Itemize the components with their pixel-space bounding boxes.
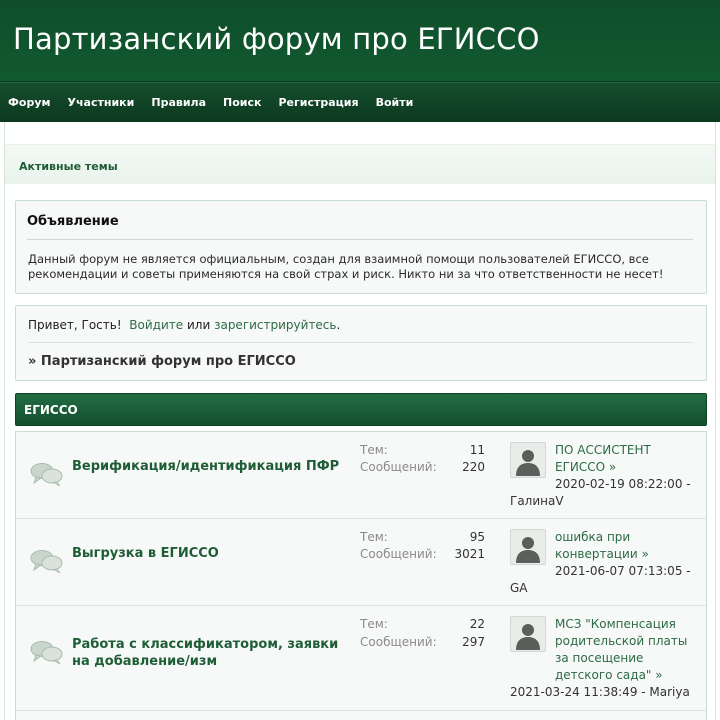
- last-post-user: ГалинаV: [510, 494, 564, 508]
- goto-arrow[interactable]: »: [609, 460, 616, 474]
- topics-label: Тем:: [360, 530, 388, 544]
- or-text: или: [186, 318, 211, 332]
- top-links-bar: Активные темы: [5, 144, 715, 184]
- last-post-date: 2021-03-24 11:38:49 - Mariya: [510, 685, 690, 699]
- posts-label: Сообщений:: [360, 635, 437, 649]
- greeting-text: Привет, Гость!: [28, 318, 122, 332]
- announcement-box: Объявление Данный форум не является офиц…: [15, 200, 707, 294]
- last-post-user: GA: [510, 581, 528, 595]
- forum-row: Работа с классификатором, заявки на доба…: [16, 606, 706, 711]
- forum-row: Выгрузка в ЕГИССО Тем: 95 Сообщений: 302…: [16, 519, 706, 606]
- speech-bubbles-icon: [30, 639, 64, 665]
- last-post: ПО АССИСТЕНТ ЕГИССО » 2020-02-19 08:22:0…: [510, 442, 700, 510]
- last-post-topic[interactable]: ПО АССИСТЕНТ ЕГИССО: [555, 443, 651, 474]
- nav-members[interactable]: Участники: [68, 96, 135, 109]
- speech-bubbles-icon: [30, 461, 64, 487]
- last-post: МСЗ "Компенсация родительской платы за п…: [510, 616, 700, 701]
- posts-count: 3021: [454, 547, 485, 561]
- nav-login[interactable]: Войти: [376, 96, 414, 109]
- speech-bubbles-icon: [30, 548, 64, 574]
- forum-title[interactable]: Работа с классификатором, заявки на доба…: [72, 636, 347, 670]
- site-header: Партизанский форум про ЕГИССО: [0, 0, 720, 82]
- welcome-box: Привет, Гость! Войдите или зарегистрируй…: [15, 305, 707, 381]
- posts-label: Сообщений:: [360, 547, 437, 561]
- page-content: Активные темы Объявление Данный форум не…: [4, 122, 716, 720]
- last-post-date: 2020-02-19 08:22:00 -: [555, 477, 691, 491]
- forum-list: Верификация/идентификация ПФР Тем: 11 Со…: [15, 431, 707, 720]
- forum-row: Верификация/идентификация ПФР Тем: 11 Со…: [16, 432, 706, 519]
- topics-count: 95: [469, 530, 485, 544]
- main-nav: Форум Участники Правила Поиск Регистраци…: [0, 82, 720, 122]
- forum-title[interactable]: Выгрузка в ЕГИССО: [72, 545, 347, 562]
- announcement-title: Объявление: [27, 214, 119, 229]
- divider: [28, 342, 693, 343]
- forum-title[interactable]: Верификация/идентификация ПФР: [72, 458, 347, 475]
- topics-count: 22: [469, 617, 485, 631]
- login-link[interactable]: Войдите: [129, 318, 183, 332]
- breadcrumb[interactable]: » Партизанский форум про ЕГИССО: [28, 354, 296, 369]
- last-post-topic[interactable]: ошибка при конвертации: [555, 530, 638, 561]
- nav-search[interactable]: Поиск: [223, 96, 261, 109]
- topics-label: Тем:: [360, 443, 388, 457]
- topics-count: 11: [469, 443, 485, 457]
- active-topics-link[interactable]: Активные темы: [19, 160, 118, 173]
- divider: [27, 239, 693, 240]
- welcome-line: Привет, Гость! Войдите или зарегистрируй…: [28, 318, 340, 332]
- last-post: ошибка при конвертации » 2021-06-07 07:1…: [510, 529, 700, 597]
- period-text: .: [336, 318, 341, 332]
- nav-rules[interactable]: Правила: [151, 96, 206, 109]
- nav-forum[interactable]: Форум: [8, 96, 51, 109]
- announcement-text: Данный форум не является официальным, со…: [28, 252, 664, 281]
- goto-arrow[interactable]: »: [641, 547, 648, 561]
- goto-arrow[interactable]: »: [655, 668, 662, 682]
- posts-count: 297: [462, 635, 485, 649]
- register-link[interactable]: зарегистрируйтесь: [214, 318, 336, 332]
- site-title[interactable]: Партизанский форум про ЕГИССО: [13, 22, 540, 56]
- category-header: ЕГИССО: [15, 393, 707, 426]
- posts-label: Сообщений:: [360, 460, 437, 474]
- nav-register[interactable]: Регистрация: [278, 96, 358, 109]
- last-post-date: 2021-06-07 07:13:05 -: [555, 564, 691, 578]
- posts-count: 220: [462, 460, 485, 474]
- category-title[interactable]: ЕГИССО: [24, 403, 78, 417]
- last-post-topic[interactable]: МСЗ "Компенсация родительской платы за п…: [555, 617, 687, 682]
- topics-label: Тем:: [360, 617, 388, 631]
